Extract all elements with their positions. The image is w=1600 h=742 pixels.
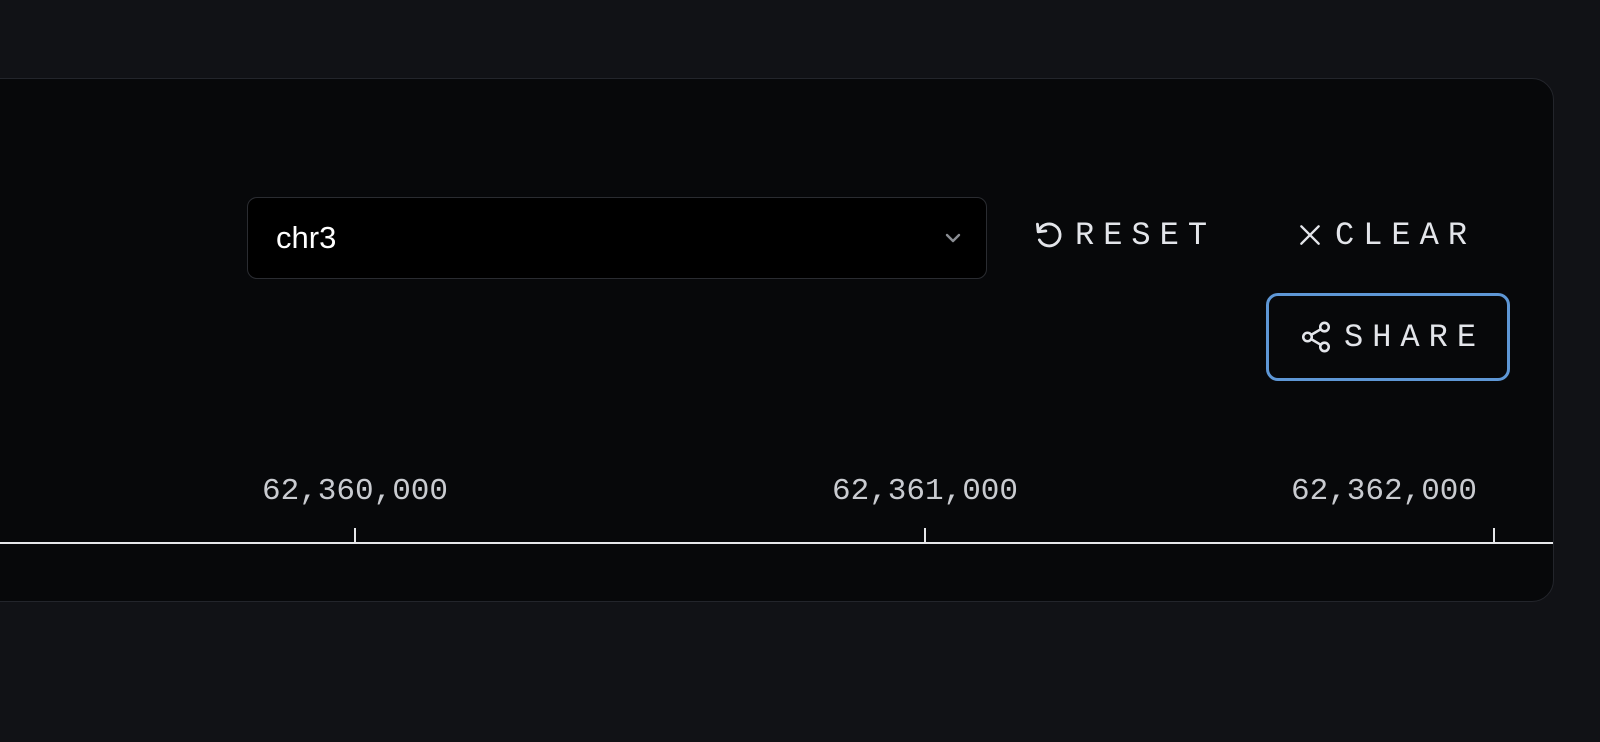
reset-label: RESET bbox=[1075, 216, 1217, 254]
reset-icon bbox=[1036, 222, 1062, 248]
axis-tick-mark bbox=[354, 528, 356, 542]
genome-browser-panel: chr3 RESET CLEAR SHARE 62,360,000 62,361… bbox=[0, 78, 1554, 602]
reset-button[interactable]: RESET bbox=[1031, 205, 1216, 265]
chromosome-select-value: chr3 bbox=[276, 220, 337, 255]
axis-line bbox=[0, 542, 1553, 544]
clear-label: CLEAR bbox=[1335, 216, 1477, 254]
chromosome-select[interactable]: chr3 bbox=[247, 197, 987, 279]
share-label: SHARE bbox=[1344, 318, 1486, 356]
share-button[interactable]: SHARE bbox=[1266, 293, 1510, 381]
axis-tick-mark bbox=[1493, 528, 1495, 542]
axis-tick-label: 62,362,000 bbox=[1290, 474, 1478, 509]
clear-button[interactable]: CLEAR bbox=[1297, 205, 1476, 265]
axis-tick-label: 62,360,000 bbox=[261, 474, 449, 509]
axis-tick-mark bbox=[924, 528, 926, 542]
axis-tick-label: 62,361,000 bbox=[831, 474, 1019, 509]
share-icon bbox=[1301, 321, 1331, 353]
genomic-coordinate-axis: 62,360,000 62,361,000 62,362,000 bbox=[0, 474, 1553, 554]
close-icon bbox=[1300, 225, 1320, 245]
chevron-down-icon bbox=[945, 233, 961, 243]
